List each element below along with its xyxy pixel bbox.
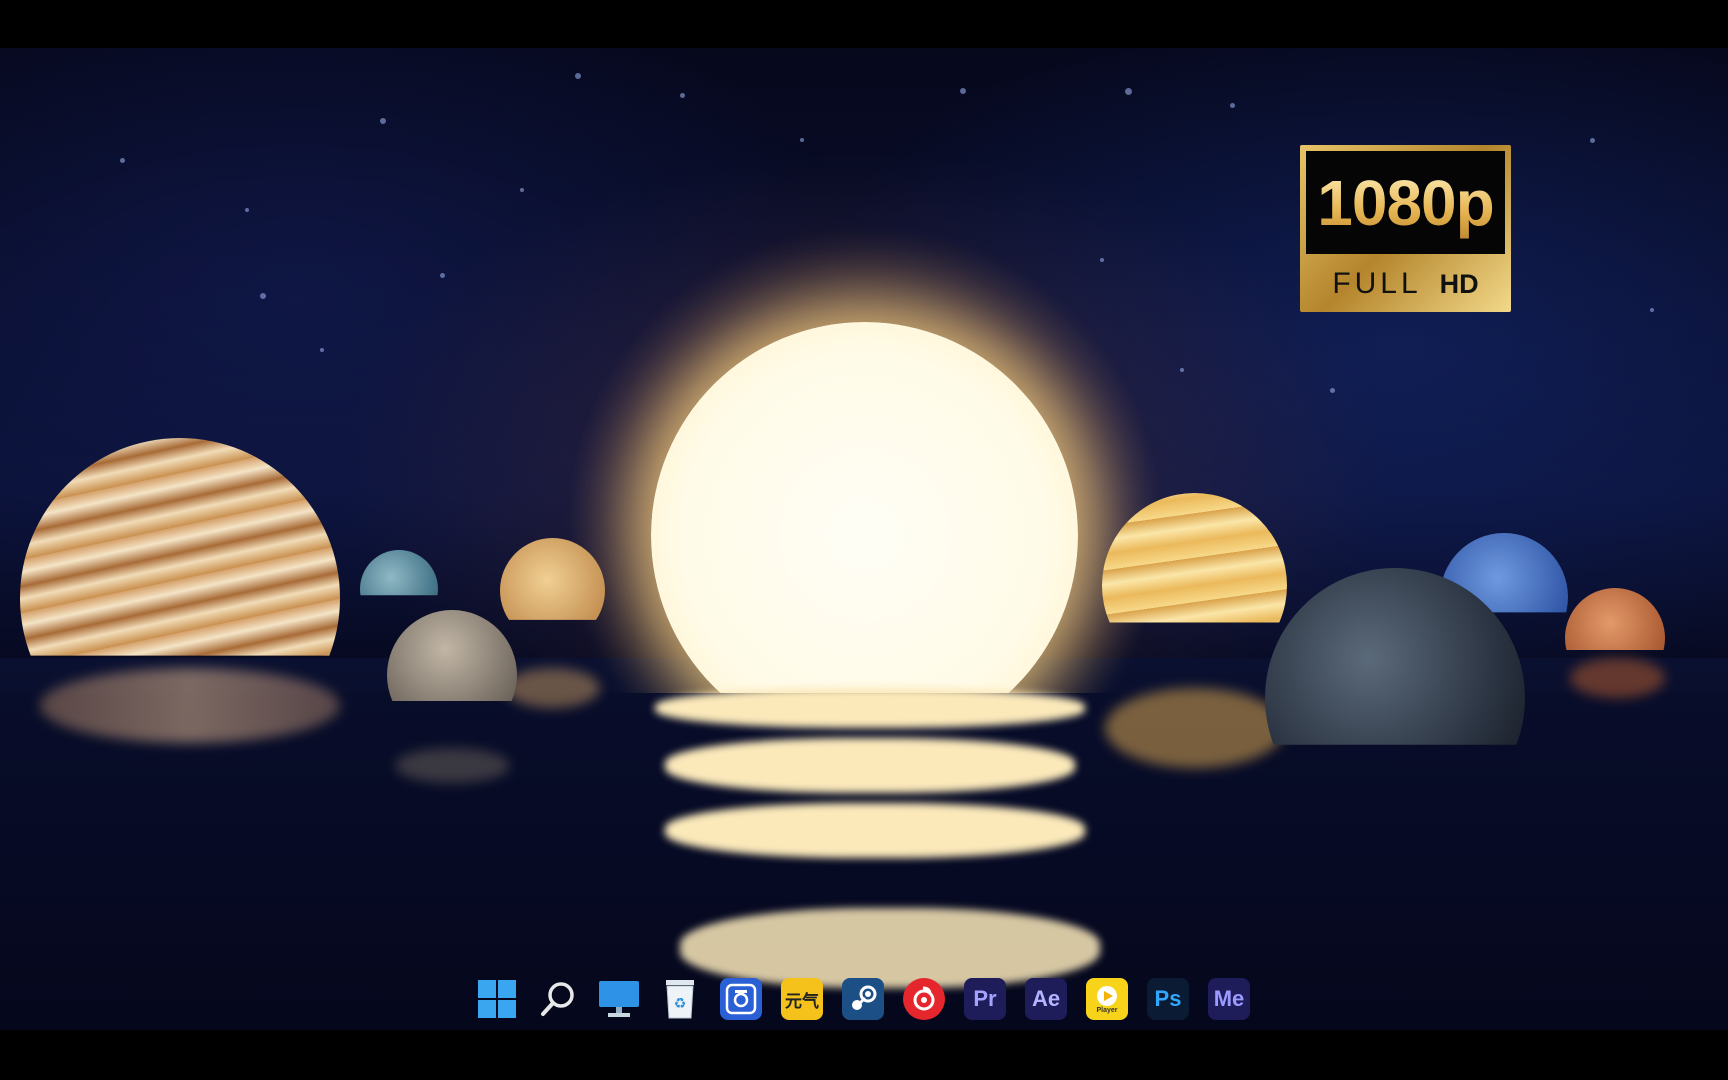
search-icon[interactable]	[537, 978, 579, 1020]
media-player-icon[interactable]: Player	[1086, 978, 1128, 1020]
netease-music-icon[interactable]	[903, 978, 945, 1020]
after-effects-text: Ae	[1031, 986, 1061, 1011]
after-effects-icon[interactable]: Ae	[1025, 978, 1067, 1020]
star	[1330, 388, 1335, 393]
star	[520, 188, 524, 192]
photoshop-text: Ps	[1154, 986, 1182, 1011]
letterbox-top	[0, 0, 1728, 48]
star	[1650, 308, 1654, 312]
yuanqi-app-text: 元气	[785, 991, 819, 1012]
recycle-bin-icon[interactable]: ♻	[659, 978, 701, 1020]
star	[1180, 368, 1184, 372]
steam-icon[interactable]	[842, 978, 884, 1020]
media-encoder-icon[interactable]: Me	[1208, 978, 1250, 1020]
star	[1100, 258, 1104, 262]
premiere-pro-text: Pr	[973, 986, 997, 1011]
badge-resolution-text: 1080p	[1317, 166, 1494, 239]
star	[380, 118, 386, 124]
star	[1590, 138, 1595, 143]
star	[120, 158, 125, 163]
full-hd-badge: 1080p FULL HD	[1300, 145, 1511, 312]
taskbar: ♻ 元气 Pr Ae Player Ps Me	[476, 974, 1250, 1024]
badge-resolution-panel: 1080p	[1306, 151, 1505, 254]
yuanqi-app-icon[interactable]: 元气	[781, 978, 823, 1020]
star	[320, 348, 324, 352]
sun-reflection	[665, 738, 1075, 793]
saturn-reflection	[1105, 688, 1285, 768]
star	[440, 273, 445, 278]
star	[245, 208, 249, 212]
badge-hd-text: HD	[1439, 268, 1479, 299]
mars-reflection	[1570, 658, 1665, 698]
premiere-pro-icon[interactable]: Pr	[964, 978, 1006, 1020]
sun-reflection	[655, 688, 1085, 728]
star	[1125, 88, 1132, 95]
media-encoder-text: Me	[1213, 986, 1245, 1011]
sun-reflection	[665, 803, 1085, 858]
star	[960, 88, 966, 94]
jupiter-reflection	[40, 668, 340, 743]
photoshop-icon[interactable]: Ps	[1147, 978, 1189, 1020]
mercury-reflection	[395, 748, 510, 783]
camera-capture-icon[interactable]	[720, 978, 762, 1020]
monitor-icon[interactable]	[598, 978, 640, 1020]
venus-reflection	[505, 668, 600, 708]
badge-label: FULL HD	[1300, 259, 1511, 309]
star	[680, 93, 685, 98]
sun	[651, 322, 1078, 749]
star	[260, 293, 266, 299]
star	[1230, 103, 1235, 108]
letterbox-bottom	[0, 1030, 1728, 1080]
media-player-text: Player	[1096, 1006, 1118, 1014]
svg-text:♻: ♻	[674, 996, 687, 1012]
star	[800, 138, 804, 142]
windows-start-icon[interactable]	[476, 978, 518, 1020]
badge-full-text: FULL	[1332, 267, 1422, 300]
star	[575, 73, 581, 79]
